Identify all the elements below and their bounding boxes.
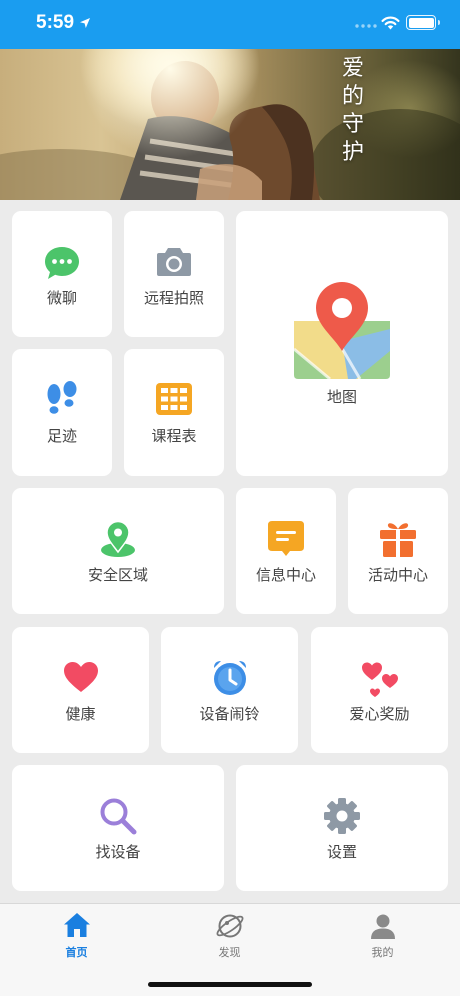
tile-label: 爱心奖励 xyxy=(349,705,410,723)
message-icon xyxy=(268,521,304,556)
tile-map[interactable]: 地图 xyxy=(236,211,448,476)
family-photo xyxy=(0,49,460,200)
tile-label: 健康 xyxy=(65,705,96,723)
tile-label: 地图 xyxy=(326,388,357,406)
home-indicator[interactable] xyxy=(148,982,312,987)
map-pin-icon xyxy=(293,282,390,381)
tile-chat[interactable]: 微聊 xyxy=(12,211,112,337)
tile-label: 设置 xyxy=(326,843,357,861)
tile-activities[interactable]: 活动中心 xyxy=(348,488,448,614)
tab-home[interactable]: 首页 xyxy=(0,904,153,974)
tile-settings[interactable]: 设置 xyxy=(236,765,448,891)
heart-icon xyxy=(63,662,98,692)
tab-label: 首页 xyxy=(65,946,88,959)
tile-safe-zone[interactable]: 安全区域 xyxy=(12,488,224,614)
tile-health[interactable]: 健康 xyxy=(12,627,149,753)
tile-label: 安全区域 xyxy=(87,566,148,584)
cellular-signal-icon xyxy=(355,24,377,28)
status-bar: 5:59 xyxy=(0,0,460,49)
gift-icon xyxy=(380,523,416,557)
tab-mine[interactable]: 我的 xyxy=(306,904,459,974)
tile-love-reward[interactable]: 爱心奖励 xyxy=(311,627,448,753)
tile-label: 微聊 xyxy=(46,289,77,307)
status-time: 5:59 xyxy=(36,12,75,33)
tile-label: 课程表 xyxy=(151,427,197,445)
tile-label: 设备闹铃 xyxy=(199,705,260,723)
wifi-icon xyxy=(381,16,400,30)
tile-messages[interactable]: 信息中心 xyxy=(236,488,336,614)
tile-find-device[interactable]: 找设备 xyxy=(12,765,224,891)
chat-bubble-icon xyxy=(45,247,79,279)
compass-planet-icon xyxy=(216,914,243,938)
user-icon xyxy=(370,914,395,939)
tab-label: 发现 xyxy=(218,946,241,959)
gear-icon xyxy=(324,798,360,834)
tile-label: 活动中心 xyxy=(367,566,428,584)
tile-label: 足迹 xyxy=(46,427,77,445)
footprints-icon xyxy=(47,381,77,414)
tile-label: 远程拍照 xyxy=(143,289,204,307)
battery-icon xyxy=(406,15,440,30)
hero-banner: 爱的守护 xyxy=(0,49,460,200)
timetable-grid-icon xyxy=(156,383,192,415)
tile-label: 找设备 xyxy=(95,843,141,861)
location-marker-icon xyxy=(101,520,135,557)
location-arrow-icon xyxy=(80,18,90,28)
tile-label: 信息中心 xyxy=(255,566,316,584)
tab-label: 我的 xyxy=(371,946,394,959)
tile-remote-photo[interactable]: 远程拍照 xyxy=(124,211,224,337)
tile-footprints[interactable]: 足迹 xyxy=(12,349,112,476)
home-icon xyxy=(63,913,90,937)
alarm-clock-icon xyxy=(213,661,246,695)
camera-icon xyxy=(157,248,191,276)
tile-schedule[interactable]: 课程表 xyxy=(124,349,224,476)
search-icon xyxy=(100,798,137,835)
tab-discover[interactable]: 发现 xyxy=(153,904,306,974)
hearts-icon xyxy=(361,662,398,697)
banner-caption: 爱的守护 xyxy=(341,56,364,165)
tile-alarm[interactable]: 设备闹铃 xyxy=(161,627,298,753)
